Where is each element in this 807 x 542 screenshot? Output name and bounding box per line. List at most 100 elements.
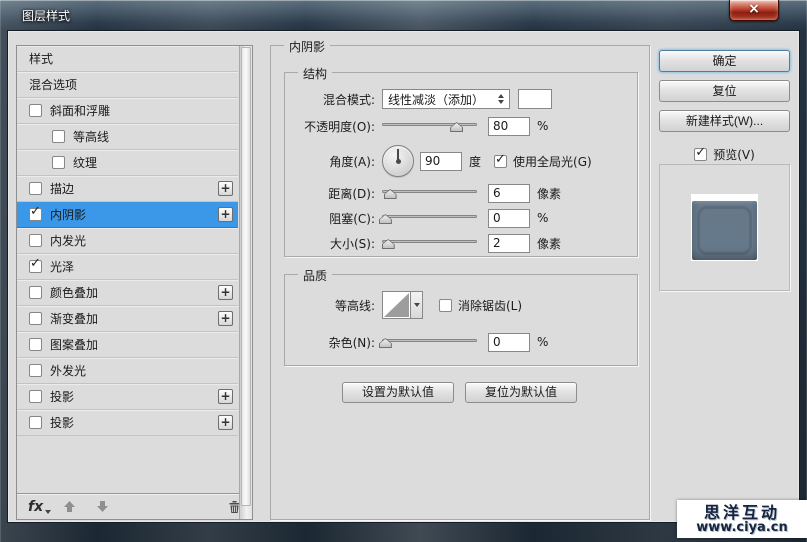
sidebar-item-label: 内发光	[50, 234, 87, 248]
preview-label: 预览(V)	[713, 148, 755, 162]
effect-checkbox[interactable]	[29, 390, 42, 403]
contour-row: 等高线: 消除锯齿(L)	[285, 290, 637, 320]
contour-label: 等高线:	[334, 298, 375, 313]
effect-checkbox[interactable]	[29, 338, 42, 351]
antialias-label: 消除锯齿(L)	[458, 298, 523, 313]
reset-button[interactable]: 复位	[659, 80, 790, 102]
sidebar-item-label: 渐变叠加	[50, 312, 99, 326]
effect-checkbox[interactable]	[52, 130, 65, 143]
effect-checkbox[interactable]: ✓	[29, 205, 42, 221]
distance-slider[interactable]	[382, 185, 477, 201]
effect-checkbox[interactable]	[29, 104, 42, 117]
sidebar-scrollbar[interactable]	[239, 46, 252, 519]
fx-menu-button[interactable]: fx	[28, 499, 52, 515]
sidebar-item-stroke[interactable]: 描边 +	[17, 176, 238, 202]
distance-input[interactable]: 6	[488, 183, 530, 203]
effect-checkbox[interactable]	[29, 182, 42, 195]
set-default-button[interactable]: 设置为默认值	[342, 382, 454, 403]
antialias-checkbox[interactable]	[439, 298, 452, 312]
effects-sidebar: 样式 混合选项 斜面和浮雕 等高线 纹理 描边 + ✓ 内阴影 + 内发光 ✓ …	[16, 45, 253, 520]
add-effect-button[interactable]: +	[218, 311, 233, 326]
action-column: 确定 复位 新建样式(W)... ✓ 预览(V)	[659, 45, 790, 163]
sidebar-item-color-overlay[interactable]: 颜色叠加 +	[17, 280, 238, 306]
sidebar-item-drop-shadow-2[interactable]: 投影 +	[17, 410, 238, 436]
noise-label: 杂色(N):	[328, 335, 375, 350]
opacity-unit: %	[537, 119, 549, 133]
move-up-icon[interactable]	[63, 500, 76, 513]
effect-checkbox[interactable]	[29, 234, 42, 247]
effect-checkbox[interactable]	[29, 416, 42, 429]
sidebar-item-styles[interactable]: 样式	[17, 46, 238, 72]
sidebar-item-label: 描边	[50, 182, 75, 196]
choke-unit: %	[537, 211, 549, 225]
add-effect-button[interactable]: +	[218, 415, 233, 430]
blend-mode-row: 混合模式: 线性减淡（添加）	[285, 88, 637, 110]
noise-input[interactable]: 0	[488, 332, 530, 352]
blend-mode-select[interactable]: 线性减淡（添加）	[382, 89, 510, 109]
sidebar-item-inner-shadow[interactable]: ✓ 内阴影 +	[17, 202, 238, 228]
sidebar-item-label: 图案叠加	[50, 338, 99, 352]
effect-checkbox[interactable]	[29, 312, 42, 325]
choke-slider[interactable]	[378, 210, 477, 226]
preview-checkbox[interactable]: ✓	[694, 145, 708, 161]
add-effect-button[interactable]: +	[218, 207, 233, 222]
watermark-url: www.ciya.cn	[696, 519, 788, 535]
watermark: 思洋互动 www.ciya.cn	[677, 500, 807, 538]
add-effect-button[interactable]: +	[218, 285, 233, 300]
distance-unit: 像素	[537, 186, 562, 201]
scrollbar-thumb[interactable]	[241, 47, 251, 506]
sidebar-item-label: 样式	[29, 52, 54, 66]
blend-mode-label: 混合模式:	[322, 92, 375, 107]
move-down-icon[interactable]	[96, 500, 109, 513]
sidebar-item-pattern-overlay[interactable]: 图案叠加	[17, 332, 238, 358]
close-icon: ×	[748, 1, 760, 17]
sidebar-item-label: 投影	[50, 390, 75, 404]
ok-button[interactable]: 确定	[659, 50, 790, 72]
angle-input[interactable]: 90	[420, 151, 462, 171]
opacity-input[interactable]: 80	[488, 116, 530, 136]
add-effect-button[interactable]: +	[218, 389, 233, 404]
contour-picker[interactable]	[382, 291, 423, 319]
angle-dial[interactable]	[382, 145, 414, 177]
sidebar-item-label: 投影	[50, 416, 75, 430]
global-light-checkbox[interactable]: ✓	[494, 152, 508, 168]
sidebar-item-label: 光泽	[50, 260, 75, 274]
size-label: 大小(S):	[329, 236, 375, 251]
noise-slider[interactable]	[378, 334, 477, 350]
opacity-label: 不透明度(O):	[304, 119, 375, 134]
sidebar-list: 样式 混合选项 斜面和浮雕 等高线 纹理 描边 + ✓ 内阴影 + 内发光 ✓ …	[17, 46, 252, 493]
effect-checkbox[interactable]	[52, 156, 65, 169]
opacity-slider[interactable]	[382, 118, 477, 134]
sidebar-item-drop-shadow[interactable]: 投影 +	[17, 384, 238, 410]
choke-label: 阻塞(C):	[329, 211, 375, 226]
global-light-label: 使用全局光(G)	[513, 154, 592, 169]
sidebar-item-texture[interactable]: 纹理	[17, 150, 238, 176]
sidebar-item-label: 内阴影	[50, 208, 87, 222]
watermark-brand: 思洋互动	[703, 502, 780, 522]
add-effect-button[interactable]: +	[218, 181, 233, 196]
sidebar-item-satin[interactable]: ✓ 光泽	[17, 254, 238, 280]
shadow-color-swatch[interactable]	[518, 89, 552, 109]
effect-checkbox[interactable]: ✓	[29, 257, 42, 273]
preview-toggle-row: ✓ 预览(V)	[659, 145, 790, 163]
check-icon: ✓	[695, 145, 707, 160]
new-style-button[interactable]: 新建样式(W)...	[659, 110, 790, 132]
size-slider[interactable]	[381, 235, 477, 251]
reset-default-button[interactable]: 复位为默认值	[465, 382, 577, 403]
opacity-row: 不透明度(O): 80 %	[285, 115, 637, 137]
sidebar-item-outer-glow[interactable]: 外发光	[17, 358, 238, 384]
sidebar-item-gradient-overlay[interactable]: 渐变叠加 +	[17, 306, 238, 332]
contour-dropdown-arrow-icon	[410, 291, 423, 319]
effect-preview-box	[659, 164, 790, 291]
choke-input[interactable]: 0	[488, 208, 530, 228]
effect-checkbox[interactable]	[29, 364, 42, 377]
distance-row: 距离(D): 6 像素	[285, 182, 637, 204]
sidebar-item-blending-options[interactable]: 混合选项	[17, 72, 238, 98]
size-input[interactable]: 2	[488, 233, 530, 253]
effect-checkbox[interactable]	[29, 286, 42, 299]
sidebar-item-bevel-emboss[interactable]: 斜面和浮雕	[17, 98, 238, 124]
sidebar-item-contour[interactable]: 等高线	[17, 124, 238, 150]
close-button[interactable]: ×	[729, 0, 779, 21]
dialog-title: 图层样式	[22, 9, 71, 23]
sidebar-item-inner-glow[interactable]: 内发光	[17, 228, 238, 254]
